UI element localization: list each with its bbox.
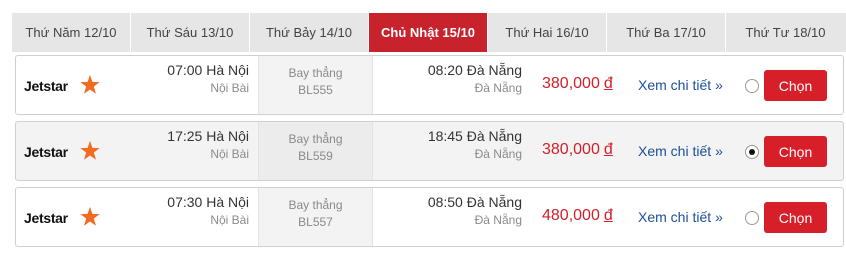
arrival: 08:20 Đà Nẵng Đà Nẵng [428,62,522,95]
flight-info: Bay thẳng BL555 [258,56,373,114]
double-chevron-right-icon: » [715,77,723,93]
flight-info: Bay thẳng BL559 [258,122,373,180]
departure-airport: Nội Bài [210,213,249,227]
view-details-label: Xem chi tiết [638,143,712,159]
flight-number: BL559 [298,149,333,163]
flight-type: Bay thẳng [288,66,343,80]
jetstar-star-icon [80,74,100,94]
choose-button[interactable]: Chọn [764,202,827,233]
arrival-time-city: 08:20 Đà Nẵng [427,62,522,78]
date-tabs: Thứ Năm 12/10 Thứ Sáu 13/10 Thứ Bảy 14/1… [12,13,846,52]
flight-row: Jetstar 07:30 Hà Nội Nội Bài Bay thẳng B… [15,187,844,247]
tab-thu-sau[interactable]: Thứ Sáu 13/10 [131,13,250,52]
tab-thu-nam[interactable]: Thứ Năm 12/10 [12,13,131,52]
departure-time-city: 07:00 Hà Nội [167,62,249,78]
airline-logo: Jetstar [24,74,100,96]
flight-radio[interactable] [745,211,759,225]
airline-logo-text: Jetstar [24,78,68,94]
jetstar-star-icon [80,206,100,226]
choose-button[interactable]: Chọn [764,136,827,167]
double-chevron-right-icon: » [715,209,723,225]
departure: 17:25 Hà Nội Nội Bài [167,128,249,161]
view-details-link[interactable]: Xem chi tiết» [638,143,723,159]
arrival: 18:45 Đà Nẵng Đà Nẵng [428,128,522,161]
flight-row: Jetstar 07:00 Hà Nội Nội Bài Bay thẳng B… [15,55,844,115]
departure-time-city: 07:30 Hà Nội [167,194,249,210]
view-details-label: Xem chi tiết [638,77,712,93]
flight-type: Bay thẳng [288,132,343,146]
price: 380,000 đ [542,75,613,93]
departure-time-city: 17:25 Hà Nội [167,128,249,144]
price: 480,000 đ [542,207,613,225]
jetstar-star-icon [80,140,100,160]
tab-thu-hai[interactable]: Thứ Hai 16/10 [488,13,607,52]
flight-number: BL557 [298,215,333,229]
view-details-link[interactable]: Xem chi tiết» [638,209,723,225]
price: 380,000 đ [542,141,613,159]
tab-thu-ba[interactable]: Thứ Ba 17/10 [607,13,726,52]
airline-logo: Jetstar [24,140,100,162]
arrival-airport: Đà Nẵng [474,147,522,161]
departure: 07:30 Hà Nội Nội Bài [167,194,249,227]
price-amount: 380,000 [542,75,600,92]
price-amount: 380,000 [542,141,600,158]
airline-logo-text: Jetstar [24,144,68,160]
currency-symbol: đ [603,75,613,92]
departure: 07:00 Hà Nội Nội Bài [167,62,249,95]
arrival-airport: Đà Nẵng [474,81,522,95]
price-amount: 480,000 [542,207,600,224]
currency-symbol: đ [603,141,613,158]
flight-radio[interactable] [745,145,759,159]
flight-type: Bay thẳng [288,198,343,212]
arrival: 08:50 Đà Nẵng Đà Nẵng [428,194,522,227]
flight-info: Bay thẳng BL557 [258,188,373,246]
departure-airport: Nội Bài [210,147,249,161]
arrival-time-city: 18:45 Đà Nẵng [427,128,522,144]
flight-row: Jetstar 17:25 Hà Nội Nội Bài Bay thẳng B… [15,121,844,181]
currency-symbol: đ [603,207,613,224]
arrival-airport: Đà Nẵng [474,213,522,227]
flight-radio[interactable] [745,79,759,93]
airline-logo: Jetstar [24,206,100,228]
airline-logo-text: Jetstar [24,210,68,226]
flight-number: BL555 [298,83,333,97]
tab-thu-bay[interactable]: Thứ Bảy 14/10 [250,13,369,52]
view-details-label: Xem chi tiết [638,209,712,225]
view-details-link[interactable]: Xem chi tiết» [638,77,723,93]
arrival-time-city: 08:50 Đà Nẵng [427,194,522,210]
choose-button[interactable]: Chọn [764,70,827,101]
departure-airport: Nội Bài [210,81,249,95]
tab-chu-nhat[interactable]: Chủ Nhật 15/10 [369,13,488,52]
tab-thu-tu[interactable]: Thứ Tư 18/10 [726,13,845,52]
double-chevron-right-icon: » [715,143,723,159]
